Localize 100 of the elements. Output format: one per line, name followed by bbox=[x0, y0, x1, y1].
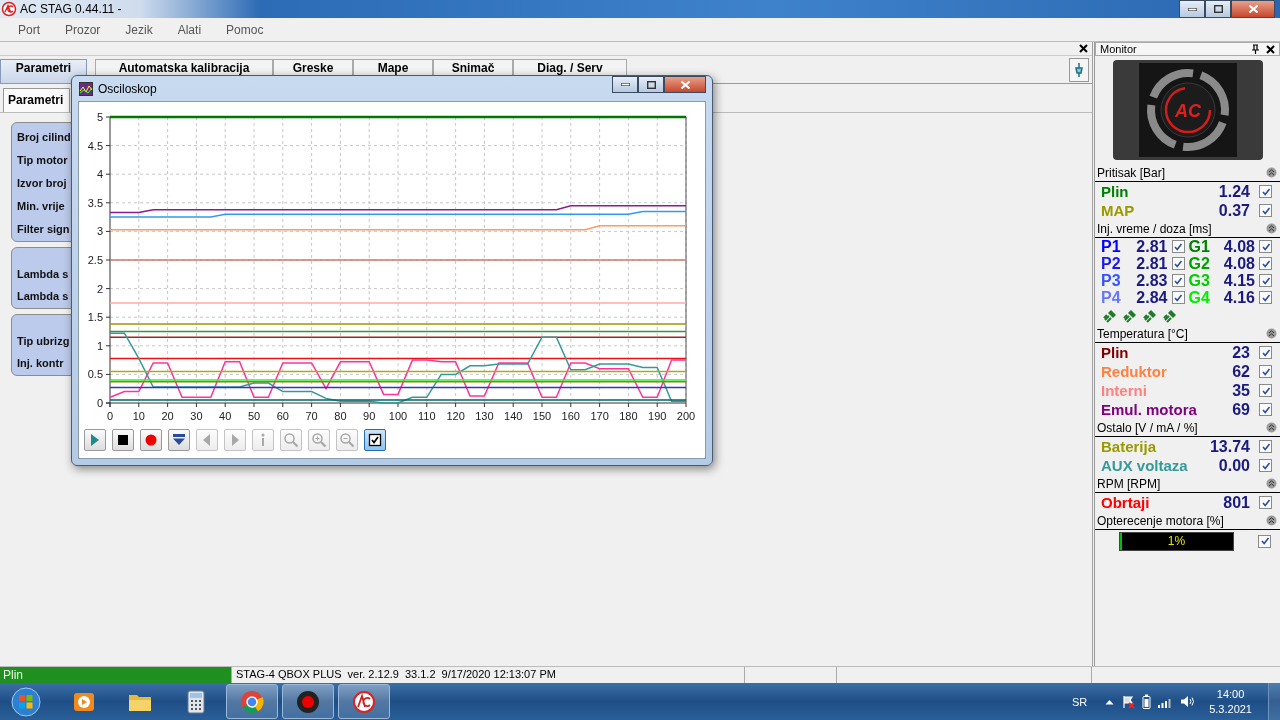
checkbox[interactable] bbox=[1259, 365, 1272, 378]
injector-label: P4 bbox=[1101, 288, 1122, 307]
reading-value: 62 bbox=[1232, 362, 1250, 381]
checkbox[interactable] bbox=[1171, 240, 1185, 253]
section-title: Pritisak [Bar] bbox=[1097, 165, 1165, 180]
action-center-icon[interactable] bbox=[1121, 694, 1136, 709]
parameter-label: Filter sign bbox=[17, 223, 70, 235]
collapse-icon[interactable] bbox=[1266, 515, 1277, 526]
injector-value: 2.84 bbox=[1135, 288, 1168, 307]
reading-value: 801 bbox=[1223, 493, 1250, 512]
show-hidden-icons[interactable] bbox=[1105, 698, 1115, 705]
stop-button[interactable] bbox=[112, 429, 134, 451]
pin-icon[interactable] bbox=[1251, 44, 1260, 54]
checkbox[interactable] bbox=[1259, 403, 1272, 416]
taskbar-app[interactable] bbox=[226, 684, 278, 719]
play-button[interactable] bbox=[84, 429, 106, 451]
start-button[interactable] bbox=[8, 684, 44, 719]
collapse-icon[interactable] bbox=[1266, 478, 1277, 489]
menu-item[interactable]: Jezik bbox=[125, 22, 153, 37]
injector-label: P2 bbox=[1101, 254, 1122, 273]
checkbox[interactable] bbox=[1259, 496, 1272, 509]
checkbox-button[interactable] bbox=[364, 429, 386, 451]
reading-value: 0.00 bbox=[1218, 456, 1250, 475]
collapse-icon[interactable] bbox=[1266, 223, 1277, 234]
windows-logo-icon bbox=[11, 686, 41, 717]
reading-label: Plin bbox=[1101, 183, 1130, 200]
checkbox[interactable] bbox=[1258, 534, 1271, 548]
checkbox[interactable] bbox=[1259, 440, 1272, 453]
record-button[interactable] bbox=[140, 429, 162, 451]
window-title: Osciloskop bbox=[98, 81, 157, 96]
axis-tick-label: 100 bbox=[388, 410, 408, 422]
tool-button[interactable] bbox=[1069, 57, 1089, 82]
menu-item[interactable]: Alati bbox=[177, 22, 202, 37]
close-icon[interactable] bbox=[1079, 44, 1088, 53]
oscilloscope-icon bbox=[79, 81, 93, 96]
language-indicator[interactable]: SR bbox=[1071, 695, 1088, 708]
axis-tick-label: 3 bbox=[96, 225, 103, 238]
parameter-label: Tip motor bbox=[17, 154, 68, 166]
axis-tick-label: 4 bbox=[96, 168, 103, 181]
app-logo-icon bbox=[1, 1, 17, 17]
clock-time[interactable]: 14:00 bbox=[1216, 686, 1245, 702]
minimize-button[interactable] bbox=[1179, 0, 1205, 18]
speaker-icon[interactable] bbox=[1180, 695, 1196, 708]
injector-label: G2 bbox=[1188, 254, 1211, 273]
close-button[interactable] bbox=[664, 76, 706, 93]
status-text: ver. 2.12.9 bbox=[347, 668, 399, 682]
maximize-button[interactable] bbox=[638, 76, 664, 93]
minimize-icon bbox=[1187, 7, 1197, 11]
menu-item[interactable]: Prozor bbox=[65, 22, 101, 37]
minimize-button[interactable] bbox=[612, 76, 638, 93]
collapse-icon[interactable] bbox=[1266, 167, 1277, 178]
injector-value: 2.83 bbox=[1135, 271, 1168, 290]
menu-item[interactable]: Pomoc bbox=[226, 22, 264, 37]
close-icon[interactable] bbox=[1266, 44, 1275, 54]
axis-tick-label: 70 bbox=[305, 410, 318, 422]
checkbox[interactable] bbox=[1171, 291, 1185, 304]
section-title: Inj. vreme / doza [ms] bbox=[1097, 221, 1212, 236]
checkbox[interactable] bbox=[1259, 274, 1272, 287]
taskbar-app[interactable] bbox=[338, 684, 390, 719]
record-icon bbox=[295, 688, 321, 715]
zoom-in-icon bbox=[311, 432, 327, 448]
axis-tick-label: 140 bbox=[504, 410, 523, 422]
checkbox[interactable] bbox=[1259, 257, 1272, 270]
checkbox[interactable] bbox=[1259, 240, 1272, 253]
reading-label: Baterija bbox=[1101, 438, 1158, 455]
download-button[interactable] bbox=[168, 429, 190, 451]
axis-tick-label: 10 bbox=[132, 410, 145, 422]
maximize-icon bbox=[1213, 5, 1223, 13]
collapse-icon[interactable] bbox=[1266, 422, 1277, 433]
parameter-label: Inj. kontr bbox=[17, 357, 64, 369]
axis-tick-label: 1.5 bbox=[87, 311, 103, 324]
checkbox[interactable] bbox=[1259, 185, 1272, 198]
checkbox[interactable] bbox=[1259, 291, 1272, 304]
axis-tick-label: 0 bbox=[106, 410, 114, 422]
clock-date[interactable]: 5.3.2021 bbox=[1209, 701, 1252, 717]
tab[interactable]: Parametri bbox=[0, 59, 87, 83]
menu-item[interactable]: Port bbox=[18, 22, 40, 37]
taskbar-app[interactable] bbox=[282, 684, 334, 719]
status-text: 33.1.2 bbox=[404, 668, 436, 682]
injector-value: 4.15 bbox=[1222, 271, 1255, 290]
section-title: Temperatura [°C] bbox=[1097, 326, 1188, 341]
checkbox[interactable] bbox=[1259, 346, 1272, 359]
checkbox[interactable] bbox=[1171, 274, 1185, 287]
tab[interactable]: Parametri bbox=[3, 88, 71, 112]
panel-title: Monitor bbox=[1100, 43, 1137, 55]
checkbox[interactable] bbox=[1259, 384, 1272, 397]
checkbox[interactable] bbox=[1171, 257, 1185, 270]
battery-icon[interactable] bbox=[1142, 694, 1152, 709]
maximize-button[interactable] bbox=[1205, 0, 1231, 18]
reading-label: Interni bbox=[1101, 382, 1148, 399]
collapse-icon[interactable] bbox=[1266, 328, 1277, 339]
reading-value: 1.24 bbox=[1218, 182, 1250, 201]
maximize-icon bbox=[646, 80, 656, 89]
section-title: Ostalo [V / mA / %] bbox=[1097, 420, 1198, 435]
close-button[interactable] bbox=[1231, 0, 1275, 18]
axis-tick-label: 3.5 bbox=[87, 196, 103, 209]
axis-tick-label: 20 bbox=[161, 410, 174, 422]
checkbox[interactable] bbox=[1259, 204, 1272, 217]
injector-value: 2.81 bbox=[1135, 254, 1168, 273]
checkbox[interactable] bbox=[1259, 459, 1272, 472]
